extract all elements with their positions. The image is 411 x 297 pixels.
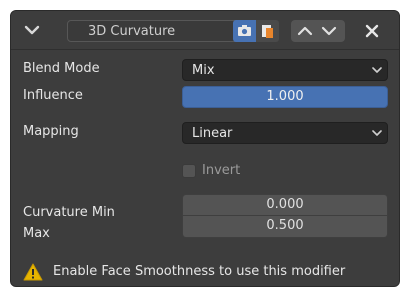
blend-mode-label: Blend Mode bbox=[23, 61, 100, 76]
move-buttons bbox=[291, 20, 345, 42]
close-icon bbox=[365, 24, 379, 38]
mapping-dropdown[interactable]: Linear bbox=[182, 122, 388, 144]
close-button[interactable] bbox=[361, 20, 383, 42]
curvature-max-label: Max bbox=[23, 226, 50, 241]
warning-text: Enable Face Smoothness to use this modif… bbox=[53, 264, 346, 279]
curvature-max-field[interactable]: 0.500 bbox=[182, 216, 388, 238]
warning-icon bbox=[23, 263, 43, 281]
panel-header: 3D Curvature bbox=[11, 11, 399, 50]
arrow-down-icon bbox=[321, 26, 337, 36]
camera-icon bbox=[238, 25, 251, 36]
move-down-button[interactable] bbox=[319, 23, 339, 39]
copy-icon bbox=[262, 25, 273, 38]
influence-label: Influence bbox=[23, 88, 83, 103]
modifier-panel: 3D Curvature Blend Mode Mix Influence 1.… bbox=[10, 10, 400, 287]
collapse-chevron-icon[interactable] bbox=[23, 22, 41, 38]
warning-bar: Enable Face Smoothness to use this modif… bbox=[11, 256, 399, 286]
modifier-name-text: 3D Curvature bbox=[88, 24, 176, 39]
show-in-render-toggle[interactable] bbox=[233, 20, 256, 42]
move-up-button[interactable] bbox=[295, 23, 315, 39]
copy-toggle[interactable] bbox=[256, 20, 279, 42]
blend-mode-value: Mix bbox=[192, 63, 215, 78]
arrow-up-icon bbox=[297, 26, 313, 36]
invert-label: Invert bbox=[202, 163, 241, 178]
curvature-min-label: Curvature Min bbox=[23, 205, 115, 220]
mapping-label: Mapping bbox=[23, 124, 79, 139]
chevron-down-icon bbox=[372, 130, 382, 136]
mapping-value: Linear bbox=[192, 126, 233, 141]
chevron-down-icon bbox=[372, 67, 382, 73]
blend-mode-dropdown[interactable]: Mix bbox=[182, 59, 388, 81]
influence-slider[interactable]: 1.000 bbox=[182, 86, 388, 108]
render-toggles bbox=[233, 20, 279, 42]
curvature-min-field[interactable]: 0.000 bbox=[182, 194, 388, 216]
modifier-name-field[interactable]: 3D Curvature bbox=[67, 20, 241, 42]
invert-checkbox[interactable] bbox=[182, 164, 196, 178]
